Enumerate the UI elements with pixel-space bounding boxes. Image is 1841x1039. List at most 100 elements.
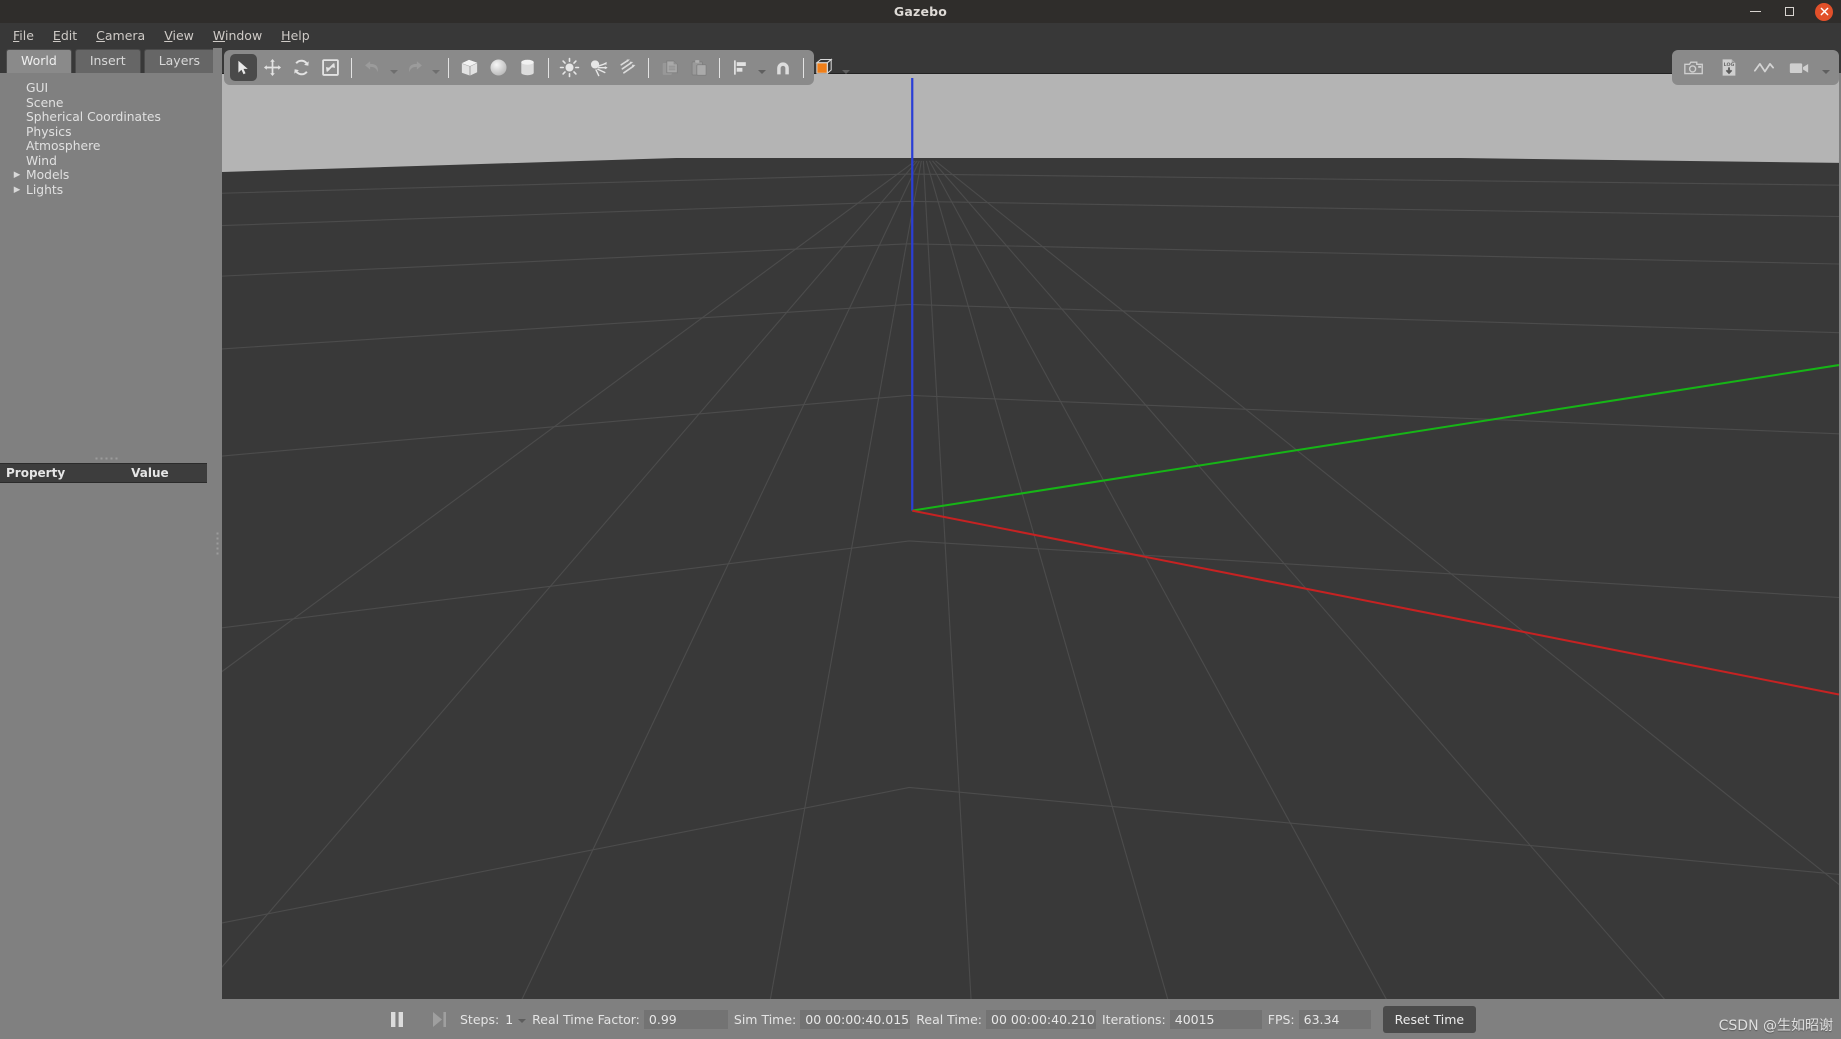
directional-light-icon (620, 59, 636, 74)
minimize-button[interactable] (1747, 4, 1763, 20)
screenshot-icon (1683, 60, 1703, 74)
tree-item-label: Physics (26, 124, 72, 139)
menu-view[interactable]: View (156, 25, 202, 46)
panel-splitter[interactable] (0, 454, 213, 463)
watermark: CSDN @生如昭谢 (1718, 1018, 1833, 1034)
tree-item-lights[interactable]: ▶ Lights (0, 183, 213, 198)
toolbar: LOG (222, 48, 1841, 85)
toolbar-separator (351, 57, 352, 78)
insert-point-light-button[interactable] (556, 54, 583, 81)
copy-icon (662, 60, 678, 75)
menu-bar: File Edit Camera View Window Help (0, 23, 1841, 48)
close-button[interactable] (1815, 2, 1833, 21)
reset-time-button[interactable]: Reset Time (1382, 1005, 1477, 1033)
redo-button[interactable] (401, 54, 428, 81)
redo-history-dropdown[interactable] (430, 54, 441, 81)
maximize-icon (1784, 7, 1794, 16)
point-light-icon (559, 57, 580, 78)
toolbar-left-group (224, 50, 850, 85)
real-time-label: Real Time: (916, 1011, 982, 1027)
paste-button[interactable] (685, 54, 712, 81)
panel-tab-bar: World Insert Layers (0, 48, 216, 73)
insert-directional-light-button[interactable] (614, 54, 641, 81)
insert-box-button[interactable] (456, 54, 483, 81)
fps-label: FPS: (1267, 1011, 1295, 1027)
select-mode-button[interactable] (230, 54, 257, 81)
tree-item-spherical-coordinates[interactable]: Spherical Coordinates (0, 110, 213, 125)
menu-window[interactable]: Window (205, 25, 270, 46)
rotate-mode-button[interactable] (288, 54, 315, 81)
sim-time-value: 00 00:00:40.015 (800, 1009, 911, 1029)
window-controls (1747, 0, 1833, 23)
main-area: World Insert Layers GUI Scene Spherical … (0, 48, 1841, 1039)
column-header-property[interactable]: Property (0, 466, 65, 480)
snap-icon (776, 61, 789, 74)
cylinder-icon (521, 59, 534, 76)
menu-edit[interactable]: Edit (45, 25, 85, 46)
menu-camera[interactable]: Camera (88, 25, 153, 46)
origin-axes (911, 78, 1839, 696)
step-forward-icon (432, 1011, 446, 1027)
pause-button[interactable] (382, 1004, 412, 1034)
tab-insert[interactable]: Insert (74, 49, 141, 73)
view-angle-button[interactable] (811, 54, 838, 81)
toolbar-right-group: LOG (1672, 50, 1839, 85)
real-time-factor-value: 0.99 (643, 1009, 728, 1029)
menu-file[interactable]: File (5, 25, 42, 46)
insert-sphere-button[interactable] (485, 54, 512, 81)
chevron-right-icon[interactable]: ▶ (10, 171, 24, 180)
tree-item-models[interactable]: ▶ Models (0, 168, 213, 183)
steps-dropdown-icon[interactable] (518, 1019, 527, 1023)
tree-item-physics[interactable]: Physics (0, 125, 213, 140)
align-dropdown[interactable] (756, 54, 767, 81)
close-icon (1820, 7, 1828, 16)
iterations-value: 40015 (1169, 1009, 1262, 1029)
redo-icon (409, 61, 422, 73)
tree-item-label: GUI (26, 81, 49, 96)
tree-item-wind[interactable]: Wind (0, 154, 213, 169)
sphere-icon (490, 59, 507, 76)
property-table-header: Property Value (0, 463, 207, 483)
plot-button[interactable] (1750, 54, 1777, 81)
window-title: Gazebo (893, 4, 948, 19)
tree-item-gui[interactable]: GUI (0, 81, 213, 96)
tree-item-label: Wind (26, 153, 57, 168)
tab-layers[interactable]: Layers (143, 49, 216, 73)
simulation-status-bar: Steps: 1 Real Time Factor: 0.99 Sim Time… (222, 999, 1841, 1039)
maximize-button[interactable] (1781, 4, 1797, 20)
y-axis (912, 364, 1839, 512)
plot-icon (1753, 62, 1774, 72)
copy-button[interactable] (656, 54, 683, 81)
align-button[interactable] (727, 54, 754, 81)
3d-viewport[interactable] (222, 73, 1839, 999)
splitter-grip-icon (216, 530, 219, 557)
view-angle-icon (815, 58, 833, 75)
view-angle-dropdown[interactable] (840, 54, 851, 81)
scale-mode-button[interactable] (317, 54, 344, 81)
step-button[interactable] (424, 1004, 454, 1034)
tree-item-label: Spherical Coordinates (26, 110, 161, 125)
undo-history-dropdown[interactable] (388, 54, 399, 81)
video-record-dropdown[interactable] (1820, 54, 1831, 81)
snap-button[interactable] (769, 54, 796, 81)
tree-item-scene[interactable]: Scene (0, 96, 213, 111)
pause-icon (391, 1011, 403, 1027)
insert-cylinder-button[interactable] (514, 54, 541, 81)
tab-world[interactable]: World (6, 49, 72, 73)
insert-spot-light-button[interactable] (585, 54, 612, 81)
screenshot-button[interactable] (1680, 54, 1707, 81)
real-time-value: 00 00:00:40.210 (986, 1009, 1096, 1029)
menu-help[interactable]: Help (273, 25, 318, 46)
video-record-button[interactable] (1785, 54, 1812, 81)
log-record-button[interactable]: LOG (1715, 54, 1742, 81)
chevron-right-icon[interactable]: ▶ (10, 185, 24, 195)
world-tree: GUI Scene Spherical Coordinates Physics … (0, 73, 213, 454)
undo-button[interactable] (359, 54, 386, 81)
translate-mode-button[interactable] (259, 54, 286, 81)
steps-label: Steps: (460, 1011, 500, 1027)
left-panel: World Insert Layers GUI Scene Spherical … (0, 48, 216, 1039)
tree-item-atmosphere[interactable]: Atmosphere (0, 139, 213, 154)
steps-value[interactable]: 1 (505, 1012, 513, 1027)
column-header-value[interactable]: Value (125, 466, 169, 480)
vertical-splitter[interactable] (213, 48, 222, 1039)
